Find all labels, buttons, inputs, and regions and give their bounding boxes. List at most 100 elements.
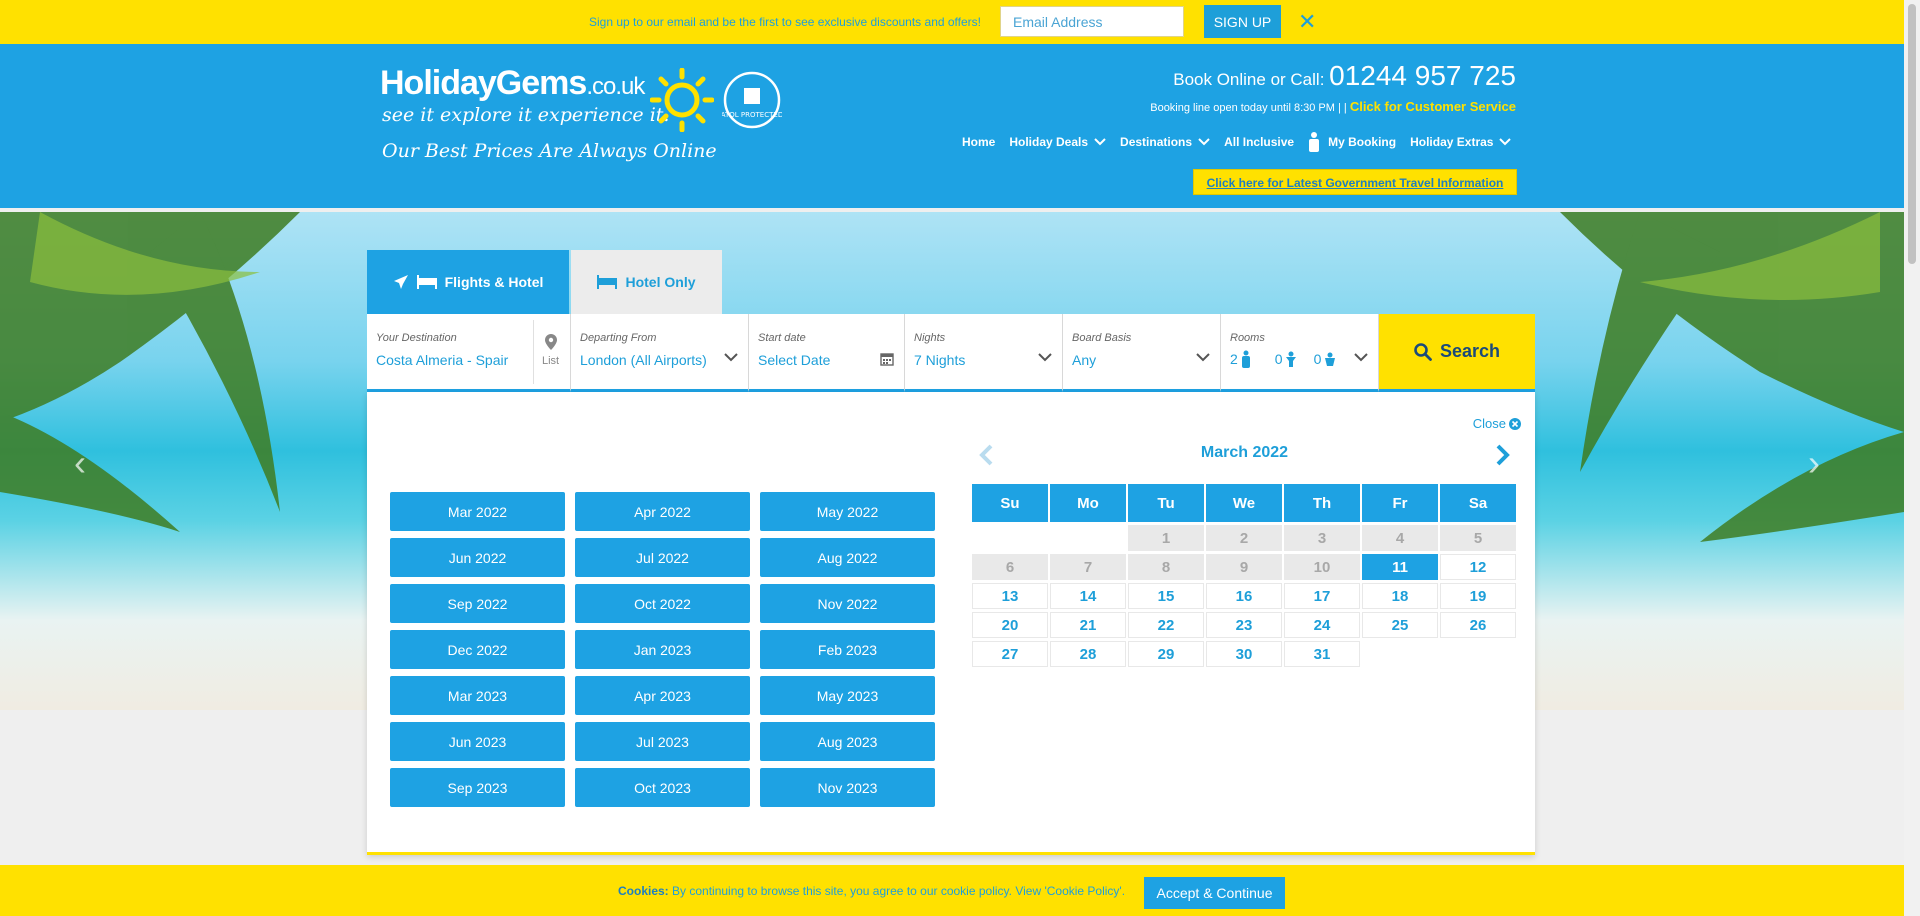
destination-list-button[interactable]: List: [542, 334, 559, 367]
weekday-header: We: [1206, 484, 1282, 522]
month-button[interactable]: Oct 2022: [575, 584, 750, 623]
board-basis-value: Any: [1072, 352, 1097, 368]
month-button[interactable]: Dec 2022: [390, 630, 565, 669]
calendar-day[interactable]: 15: [1128, 583, 1204, 609]
nav-holiday-extras[interactable]: Holiday Extras: [1410, 135, 1512, 149]
close-icon[interactable]: ✕: [1298, 9, 1316, 35]
call-label: Book Online or Call:: [1173, 70, 1330, 89]
calendar-day[interactable]: 13: [972, 583, 1048, 609]
promo-bar: Sign up to our email and be the first to…: [0, 0, 1904, 44]
month-button[interactable]: Sep 2023: [390, 768, 565, 807]
adult-icon: [1241, 350, 1250, 368]
calendar-day[interactable]: 23: [1206, 612, 1282, 638]
svg-text:ATOL PROTECTED: ATOL PROTECTED: [722, 111, 782, 119]
email-input[interactable]: [1000, 6, 1184, 37]
month-button[interactable]: Oct 2023: [575, 768, 750, 807]
signup-button[interactable]: SIGN UP: [1204, 5, 1281, 38]
nights-value: 7 Nights: [914, 352, 966, 368]
calendar-day[interactable]: 20: [972, 612, 1048, 638]
sun-icon: [650, 68, 714, 132]
close-panel-button[interactable]: Close: [1473, 416, 1521, 431]
month-button[interactable]: Jan 2023: [575, 630, 750, 669]
month-button[interactable]: Sep 2022: [390, 584, 565, 623]
calendar-day[interactable]: 21: [1050, 612, 1126, 638]
chevron-down-icon: [724, 353, 738, 362]
hero-prev-icon[interactable]: ‹: [74, 442, 86, 484]
nav-destinations[interactable]: Destinations: [1120, 135, 1210, 149]
calendar-day: 7: [1050, 554, 1126, 580]
weekday-header: Sa: [1440, 484, 1516, 522]
rooms-field[interactable]: Rooms 2 0 0: [1221, 314, 1379, 392]
chevron-down-icon: [1094, 138, 1106, 146]
calendar-day[interactable]: 14: [1050, 583, 1126, 609]
calendar-next-icon[interactable]: [1495, 444, 1511, 466]
nav-all-inclusive[interactable]: All Inclusive: [1224, 135, 1294, 149]
nav-holiday-deals[interactable]: Holiday Deals: [1009, 135, 1106, 149]
accept-cookies-button[interactable]: Accept & Continue: [1144, 877, 1285, 909]
departing-field[interactable]: Departing From London (All Airports): [571, 314, 749, 392]
calendar-day[interactable]: 28: [1050, 641, 1126, 667]
calendar-day[interactable]: 27: [972, 641, 1048, 667]
calendar-day[interactable]: 19: [1440, 583, 1516, 609]
calendar-day[interactable]: 11: [1362, 554, 1438, 580]
gov-travel-info-button[interactable]: Click here for Latest Government Travel …: [1193, 169, 1517, 195]
month-button[interactable]: Jul 2023: [575, 722, 750, 761]
tab-hotel-only[interactable]: Hotel Only: [571, 250, 722, 314]
plane-icon: [393, 275, 408, 289]
month-button[interactable]: Feb 2023: [760, 630, 935, 669]
month-button[interactable]: Mar 2023: [390, 676, 565, 715]
booking-hours: Booking line open today until 8:30 PM | …: [1150, 102, 1350, 114]
phone-number[interactable]: 01244 957 725: [1329, 60, 1516, 91]
customer-service-link[interactable]: Click for Customer Service: [1350, 99, 1516, 114]
calendar-day[interactable]: 24: [1284, 612, 1360, 638]
weekday-header: Tu: [1128, 484, 1204, 522]
month-button[interactable]: Mar 2022: [390, 492, 565, 531]
month-button[interactable]: Aug 2023: [760, 722, 935, 761]
calendar-day[interactable]: 25: [1362, 612, 1438, 638]
calendar-day: 6: [972, 554, 1048, 580]
calendar-day[interactable]: 22: [1128, 612, 1204, 638]
search-button[interactable]: Search: [1379, 314, 1535, 392]
main-nav: Home Holiday Deals Destinations All Incl…: [962, 132, 1525, 152]
month-button[interactable]: Jul 2022: [575, 538, 750, 577]
site-header: HolidayGems.co.uk see it explore it expe…: [0, 44, 1904, 208]
tab-flights-hotel[interactable]: Flights & Hotel: [367, 250, 569, 314]
calendar-day[interactable]: 26: [1440, 612, 1516, 638]
month-button[interactable]: Nov 2022: [760, 584, 935, 623]
infant-icon: [1325, 352, 1336, 366]
chevron-down-icon: [1038, 353, 1052, 362]
nav-my-booking[interactable]: My Booking: [1308, 132, 1396, 152]
calendar-day[interactable]: 31: [1284, 641, 1360, 667]
calendar-day[interactable]: 18: [1362, 583, 1438, 609]
month-button[interactable]: Apr 2023: [575, 676, 750, 715]
board-basis-field[interactable]: Board Basis Any: [1063, 314, 1221, 392]
calendar-day[interactable]: 12: [1440, 554, 1516, 580]
month-button[interactable]: May 2023: [760, 676, 935, 715]
calendar-day[interactable]: 30: [1206, 641, 1282, 667]
nights-field[interactable]: Nights 7 Nights: [905, 314, 1063, 392]
month-button[interactable]: Jun 2023: [390, 722, 565, 761]
calendar-day: 8: [1128, 554, 1204, 580]
calendar-day[interactable]: 29: [1128, 641, 1204, 667]
start-date-field[interactable]: Start date Select Date: [749, 314, 905, 392]
site-logo[interactable]: HolidayGems.co.uk see it explore it expe…: [380, 64, 790, 174]
departing-value: London (All Airports): [580, 352, 707, 368]
scrollbar-thumb[interactable]: [1908, 4, 1916, 264]
nav-home[interactable]: Home: [962, 135, 995, 149]
hero-next-icon[interactable]: ›: [1808, 442, 1820, 484]
month-button[interactable]: May 2022: [760, 492, 935, 531]
month-button[interactable]: Nov 2023: [760, 768, 935, 807]
call-info: Book Online or Call: 01244 957 725: [1173, 60, 1516, 92]
calendar-day: 2: [1206, 525, 1282, 551]
month-button[interactable]: Jun 2022: [390, 538, 565, 577]
month-button[interactable]: Apr 2022: [575, 492, 750, 531]
destination-field[interactable]: Your Destination Costa Almeria - Spair L…: [367, 314, 571, 392]
weekday-header: Mo: [1050, 484, 1126, 522]
calendar-day[interactable]: 17: [1284, 583, 1360, 609]
calendar-day[interactable]: 16: [1206, 583, 1282, 609]
cookie-text: Cookies: By continuing to browse this si…: [618, 884, 1126, 898]
month-button[interactable]: Aug 2022: [760, 538, 935, 577]
calendar-month-title: March 2022: [1200, 444, 1289, 461]
infants-count: 0: [1313, 351, 1322, 367]
scrollbar[interactable]: [1904, 0, 1920, 916]
